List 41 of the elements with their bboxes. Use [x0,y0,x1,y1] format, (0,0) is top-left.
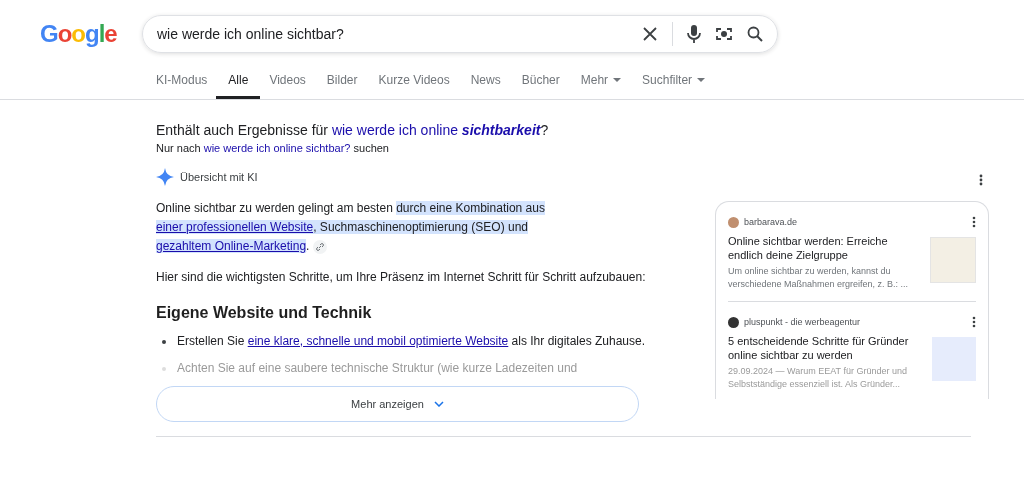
bullet-dot [162,340,166,344]
intro-paragraph: Hier sind die wichtigsten Schritte, um Ihre Präsenz im Internet Schritt für Schritt aufzubauen: [156,269,647,286]
site-favicon [728,216,739,228]
more-options-icon[interactable] [972,216,976,228]
microphone-icon[interactable] [687,25,701,43]
search-icon[interactable] [747,26,763,42]
search-query: wie werde ich online sichtbar? [156,26,345,42]
original-query-link[interactable]: wie werde ich online sichtbar? [203,142,351,154]
result-snippet: 29.09.2024 — Warum EEAT für Gründer und Selbstständige essenziell ist. Als Gründer... [728,365,908,391]
search-only-suffix: suchen [353,142,389,154]
link-icon[interactable] [313,239,328,254]
bullet-dot [162,367,166,371]
result-title[interactable]: Online sichtbar werden: Erreiche endlich deine Zielgruppe [728,234,920,262]
bullet-text: Achten Sie auf eine saubere technische Struktur (wie kurze Ladezeiten und [177,360,578,377]
site-name[interactable]: pluspunkt - die werbeagentur [744,317,967,327]
caret-icon [613,78,622,82]
section-heading: Eigene Website und Technik [156,304,373,322]
inline-link[interactable]: eine klare, schnelle und mobil optimierte Website [247,334,509,348]
chevron-down-icon [433,401,444,407]
google-logo[interactable]: Google [40,20,142,48]
search-only-prefix: Nur nach [156,142,201,154]
ai-overview-title: Übersicht mit KI [180,171,258,183]
image-placeholder [930,237,976,283]
site-favicon [728,316,739,328]
corrected-query-link[interactable]: wie werde ich online sichtbarkeit [331,122,541,138]
show-more-button[interactable]: Mehr anzeigen [156,386,639,422]
tab[interactable]: Alle [216,73,261,99]
camera-icon[interactable] [715,26,733,42]
bullet-text: Erstellen Sie eine klare, schnelle und mobil optimierte Website als Ihr digitales Zuhause. [177,333,646,350]
close-icon[interactable] [642,26,658,42]
sparkle-icon [156,168,174,186]
caret-icon [697,78,706,82]
more-options-icon[interactable] [979,174,983,186]
site-name[interactable]: barbarava.de [744,217,967,227]
result-title[interactable]: 5 entscheidende Schritte für Gründer online sichtbar zu werden [728,334,922,362]
summary-paragraph: Online sichtbar zu werden gelingt am besten durch eine Kombination aus einer professionellen Website, Suchmaschinenoptimierung (SEO) und gezahltem Online-Marketing. [156,200,546,256]
result-snippet: Um online sichtbar zu werden, kannst du verschiedene Maßnahmen ergreifen, z. B.: ... [728,265,910,291]
question-mark: ? [540,122,549,138]
image-placeholder [932,337,976,381]
spelling-prefix: Enthält auch Ergebnisse für [156,122,328,138]
more-options-icon[interactable] [972,316,976,328]
